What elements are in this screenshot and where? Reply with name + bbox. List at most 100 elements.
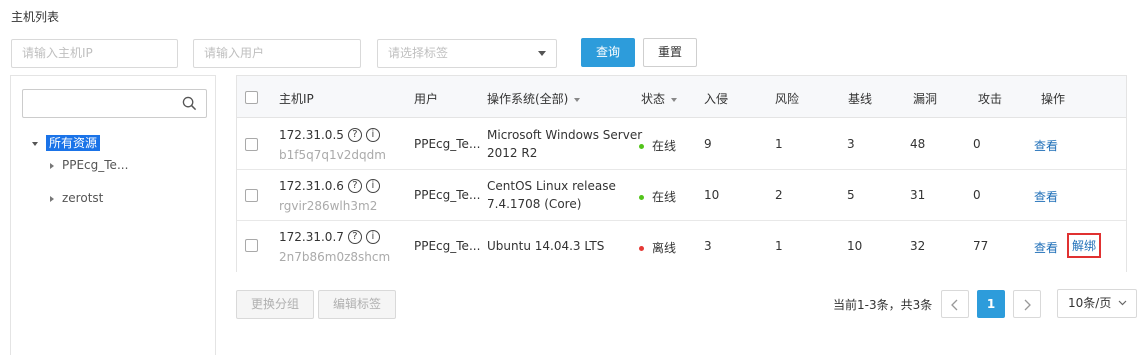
host-id: 2n7b86m0z8shcm: [279, 250, 391, 264]
row-checkbox[interactable]: [245, 189, 258, 202]
header-risk: 风险: [775, 92, 800, 106]
table-row: 172.31.0.5? i b1f5q7q1v2dqdm PPEcg_Te... …: [237, 119, 1126, 170]
host-ip-input[interactable]: 请输入主机IP: [11, 39, 178, 68]
prev-page-button[interactable]: [941, 290, 969, 318]
select-all-checkbox[interactable]: [245, 91, 258, 104]
table-row: 172.31.0.7? i 2n7b86m0z8shcm PPEcg_Te... …: [237, 221, 1126, 272]
chevron-right-icon: [1024, 299, 1031, 310]
status-text: 在线: [652, 190, 677, 204]
status-dot-icon: [639, 144, 644, 149]
header-attack: 攻击: [978, 92, 1003, 106]
status-dot-icon: [639, 195, 644, 200]
edit-tags-button[interactable]: 编辑标签: [318, 290, 396, 319]
caret-down-icon[interactable]: [671, 97, 678, 102]
tree-node-label: zerotst: [62, 191, 104, 205]
info-icon[interactable]: i: [365, 230, 380, 244]
caret-right-icon[interactable]: [50, 162, 54, 169]
host-user: PPEcg_Te...: [414, 137, 481, 151]
status-text: 在线: [652, 139, 677, 153]
host-user: PPEcg_Te...: [414, 239, 481, 253]
view-link[interactable]: 查看: [1034, 137, 1058, 154]
status-badge: 在线: [639, 188, 676, 205]
intrusion-count: 10: [704, 188, 720, 202]
host-os-line1: Microsoft Windows Server: [487, 128, 643, 142]
resource-tree-panel: 所有资源 PPEcg_Te... zerotst: [10, 75, 216, 355]
attack-count: 0: [973, 188, 981, 202]
row-checkbox[interactable]: [245, 239, 258, 252]
header-status[interactable]: 状态: [641, 90, 678, 107]
host-ip-text: 172.31.0.7: [279, 230, 344, 244]
unbind-link[interactable]: 解绑: [1067, 233, 1102, 258]
header-vuln: 漏洞: [913, 92, 938, 106]
page-size-select[interactable]: 10条/页: [1057, 289, 1137, 318]
info-icon[interactable]: i: [365, 128, 380, 142]
reset-button[interactable]: 重置: [643, 38, 697, 67]
header-os-label: 操作系统(全部): [487, 92, 569, 106]
caret-down-icon[interactable]: [574, 97, 581, 102]
baseline-count: 10: [847, 239, 863, 253]
host-os-line1: Ubuntu 14.04.3 LTS: [487, 239, 605, 253]
host-user: PPEcg_Te...: [414, 188, 481, 202]
table-header: 主机IP 用户 操作系统(全部) 状态 入侵 风险 基线 漏洞 攻击 操作: [237, 76, 1126, 118]
tree-node-all-resources[interactable]: 所有资源: [32, 134, 101, 151]
risk-count: 2: [775, 188, 783, 202]
tag-select[interactable]: 请选择标签: [377, 39, 557, 68]
attack-count: 77: [973, 239, 989, 253]
tree-node-zerotst[interactable]: zerotst: [50, 191, 103, 205]
help-icon[interactable]: ?: [347, 128, 362, 142]
view-link[interactable]: 查看: [1034, 188, 1058, 205]
header-user: 用户: [414, 92, 439, 106]
header-actions: 操作: [1041, 92, 1066, 106]
caret-right-icon[interactable]: [50, 195, 54, 202]
chevron-left-icon: [951, 299, 958, 310]
change-group-button[interactable]: 更换分组: [236, 290, 314, 319]
search-icon[interactable]: [182, 96, 197, 111]
info-icon[interactable]: i: [365, 179, 380, 193]
header-baseline: 基线: [848, 92, 873, 106]
intrusion-count: 3: [704, 239, 712, 253]
header-os[interactable]: 操作系统(全部): [487, 90, 581, 107]
next-page-button[interactable]: [1013, 290, 1041, 318]
status-dot-icon: [639, 246, 644, 251]
help-icon[interactable]: ?: [347, 179, 362, 193]
attack-count: 0: [973, 137, 981, 151]
vuln-count: 32: [910, 239, 926, 253]
view-link[interactable]: 查看: [1034, 239, 1058, 256]
host-ip-text: 172.31.0.6: [279, 179, 344, 193]
row-checkbox[interactable]: [245, 138, 258, 151]
page-title: 主机列表: [11, 10, 60, 24]
tree-node-ppecg[interactable]: PPEcg_Te...: [50, 158, 128, 172]
tree-search-input[interactable]: [22, 89, 207, 118]
caret-down-icon: [538, 51, 546, 56]
host-os-line2: 7.4.1708 (Core): [487, 197, 582, 211]
header-status-label: 状态: [641, 92, 666, 106]
query-button[interactable]: 查询: [581, 38, 635, 67]
vuln-count: 31: [910, 188, 926, 202]
header-host-ip: 主机IP: [279, 92, 314, 106]
host-ip: 172.31.0.6? i: [279, 179, 380, 193]
header-intrusion: 入侵: [704, 92, 729, 106]
host-ip-text: 172.31.0.5: [279, 128, 344, 142]
page-size-label: 10条/页: [1068, 296, 1112, 310]
host-id: rgvir286wlh3m2: [279, 199, 378, 213]
tree-node-label: 所有资源: [46, 135, 101, 151]
tag-select-placeholder: 请选择标签: [388, 46, 449, 60]
baseline-count: 5: [847, 188, 855, 202]
status-badge: 在线: [639, 137, 676, 154]
status-text: 离线: [652, 241, 677, 255]
vuln-count: 48: [910, 137, 926, 151]
page-number-button[interactable]: 1: [977, 290, 1005, 318]
table-row: 172.31.0.6? i rgvir286wlh3m2 PPEcg_Te... …: [237, 170, 1126, 221]
host-os-line1: CentOS Linux release: [487, 179, 616, 193]
user-input[interactable]: 请输入用户: [193, 39, 361, 68]
help-icon[interactable]: ?: [347, 230, 362, 244]
host-ip: 172.31.0.5? i: [279, 128, 380, 142]
baseline-count: 3: [847, 137, 855, 151]
host-id: b1f5q7q1v2dqdm: [279, 148, 386, 162]
caret-down-icon[interactable]: [32, 141, 38, 146]
host-table: 主机IP 用户 操作系统(全部) 状态 入侵 风险 基线 漏洞 攻击 操作 17…: [236, 75, 1127, 272]
risk-count: 1: [775, 137, 783, 151]
host-os-line2: 2012 R2: [487, 146, 538, 160]
risk-count: 1: [775, 239, 783, 253]
pagination-summary: 当前1-3条，共3条: [833, 298, 933, 312]
